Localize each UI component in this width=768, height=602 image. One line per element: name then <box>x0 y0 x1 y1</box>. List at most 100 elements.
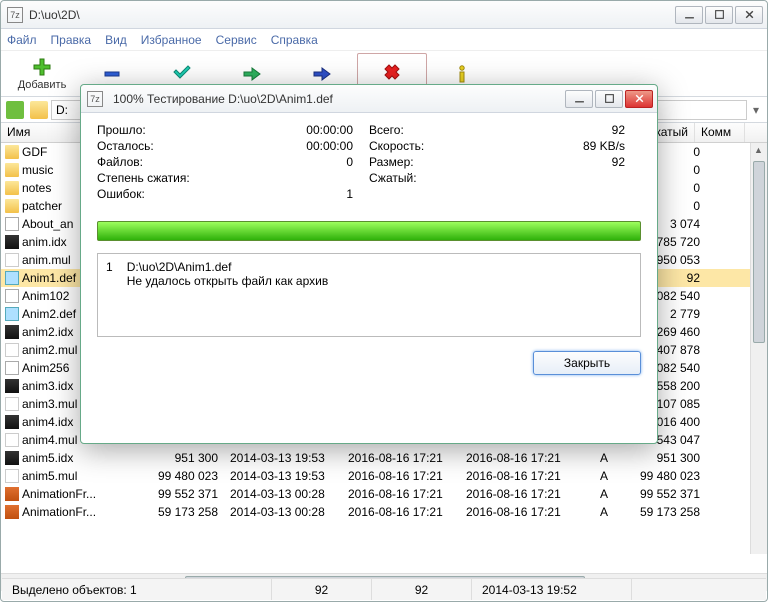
speed-label: Скорость: <box>369 139 583 155</box>
file-name: Anim256 <box>22 361 69 375</box>
file-name: Anim2.def <box>22 307 76 321</box>
table-row[interactable]: anim5.idx951 3002014-03-13 19:532016-08-… <box>1 449 767 467</box>
status-size1: 92 <box>272 579 372 600</box>
plus-icon <box>32 57 52 77</box>
table-row[interactable]: AnimationFr... 59 173 2582014-03-13 00:28… <box>1 503 767 521</box>
file-size: 59 173 258 <box>131 505 226 519</box>
close-button[interactable] <box>735 6 763 24</box>
file-name: About_an <box>22 217 73 231</box>
x-icon <box>382 64 402 84</box>
err-index: 1 <box>106 260 113 274</box>
col-comm[interactable]: Комм <box>695 123 745 142</box>
file-icon <box>5 451 19 465</box>
file-accessed: 2016-08-16 17:21 <box>462 469 580 483</box>
file-name: notes <box>22 181 51 195</box>
size-label: Размер: <box>369 155 612 171</box>
files-label: Файлов: <box>97 155 346 171</box>
statusbar: Выделено объектов: 1 92 92 2014-03-13 19… <box>2 578 766 600</box>
table-row[interactable]: anim5.mul99 480 0232014-03-13 19:532016-… <box>1 467 767 485</box>
files-value: 0 <box>346 155 369 171</box>
minimize-button[interactable] <box>675 6 703 24</box>
menu-edit[interactable]: Правка <box>51 33 92 47</box>
up-icon[interactable] <box>6 101 24 119</box>
file-icon <box>5 397 19 411</box>
file-accessed: 2016-08-16 17:21 <box>462 487 580 501</box>
app-icon: 7z <box>87 91 103 107</box>
file-size: 99 552 371 <box>131 487 226 501</box>
file-icon <box>5 253 19 267</box>
file-attr: A <box>580 469 628 483</box>
file-created: 2016-08-16 17:21 <box>344 469 462 483</box>
maximize-button[interactable] <box>705 6 733 24</box>
file-modified: 2014-03-13 19:53 <box>226 451 344 465</box>
dlg-close-button[interactable] <box>625 90 653 108</box>
file-name: anim4.idx <box>22 415 73 429</box>
file-name: anim3.mul <box>22 397 77 411</box>
file-name: anim3.idx <box>22 379 73 393</box>
file-name: AnimationFr... <box>22 505 96 519</box>
errors-value: 1 <box>346 187 369 203</box>
err-msg: Не удалось открыть файл как архив <box>127 274 329 288</box>
file-icon <box>5 505 19 519</box>
dlg-titlebar[interactable]: 7z 100% Тестирование D:\uo\2D\Anim1.def <box>81 85 657 113</box>
elapsed-value: 00:00:00 <box>306 123 369 139</box>
main-titlebar[interactable]: 7z D:\uo\2D\ <box>1 1 767 29</box>
chevron-down-icon[interactable]: ▾ <box>747 103 765 117</box>
menu-service[interactable]: Сервис <box>216 33 257 47</box>
ratio-value <box>353 171 369 187</box>
err-path: D:\uo\2D\Anim1.def <box>127 260 232 274</box>
speed-value: 89 KB/s <box>583 139 641 155</box>
file-name: anim.mul <box>22 253 71 267</box>
total-label: Всего: <box>369 123 612 139</box>
file-size: 951 300 <box>131 451 226 465</box>
file-name: anim2.idx <box>22 325 73 339</box>
file-icon <box>5 379 19 393</box>
check-icon <box>172 64 192 84</box>
app-icon: 7z <box>7 7 23 23</box>
file-packed: 99 552 371 <box>628 487 708 501</box>
file-created: 2016-08-16 17:21 <box>344 505 462 519</box>
file-name: patcher <box>22 199 62 213</box>
menu-help[interactable]: Справка <box>271 33 318 47</box>
dlg-maximize-button[interactable] <box>595 90 623 108</box>
size-value: 92 <box>612 155 641 171</box>
folder-icon <box>30 101 48 119</box>
tb-add[interactable]: Добавить <box>7 53 77 95</box>
file-size: 99 480 023 <box>131 469 226 483</box>
file-modified: 2014-03-13 00:28 <box>226 487 344 501</box>
file-name: GDF <box>22 145 47 159</box>
total-value: 92 <box>612 123 641 139</box>
dlg-minimize-button[interactable] <box>565 90 593 108</box>
file-accessed: 2016-08-16 17:21 <box>462 505 580 519</box>
file-name: Anim1.def <box>22 271 76 285</box>
minus-icon <box>102 64 122 84</box>
file-modified: 2014-03-13 00:28 <box>226 505 344 519</box>
status-date: 2014-03-13 19:52 <box>472 579 632 600</box>
file-attr: A <box>580 451 628 465</box>
file-modified: 2014-03-13 19:53 <box>226 469 344 483</box>
test-dialog: 7z 100% Тестирование D:\uo\2D\Anim1.def … <box>80 84 658 444</box>
table-row[interactable]: AnimationFr...99 552 3712014-03-13 00:28… <box>1 485 767 503</box>
file-icon <box>5 181 19 195</box>
file-icon <box>5 325 19 339</box>
file-icon <box>5 433 19 447</box>
error-list: 1D:\uo\2D\Anim1.def 1Не удалось открыть … <box>97 253 641 337</box>
file-icon <box>5 145 19 159</box>
menu-file[interactable]: Файл <box>7 33 37 47</box>
file-attr: A <box>580 505 628 519</box>
ratio-label: Степень сжатия: <box>97 171 353 187</box>
file-packed: 951 300 <box>628 451 708 465</box>
remain-label: Осталось: <box>97 139 306 155</box>
file-icon <box>5 271 19 285</box>
close-button[interactable]: Закрыть <box>533 351 641 375</box>
status-selection: Выделено объектов: 1 <box>2 579 272 600</box>
file-name: anim5.mul <box>22 469 77 483</box>
arrow-right-green-icon <box>242 64 262 84</box>
main-title: D:\uo\2D\ <box>29 8 675 22</box>
packed-value <box>625 171 641 187</box>
vertical-scrollbar[interactable] <box>750 143 767 554</box>
menu-fav[interactable]: Избранное <box>141 33 202 47</box>
elapsed-label: Прошло: <box>97 123 306 139</box>
menubar: Файл Правка Вид Избранное Сервис Справка <box>1 29 767 51</box>
menu-view[interactable]: Вид <box>105 33 127 47</box>
